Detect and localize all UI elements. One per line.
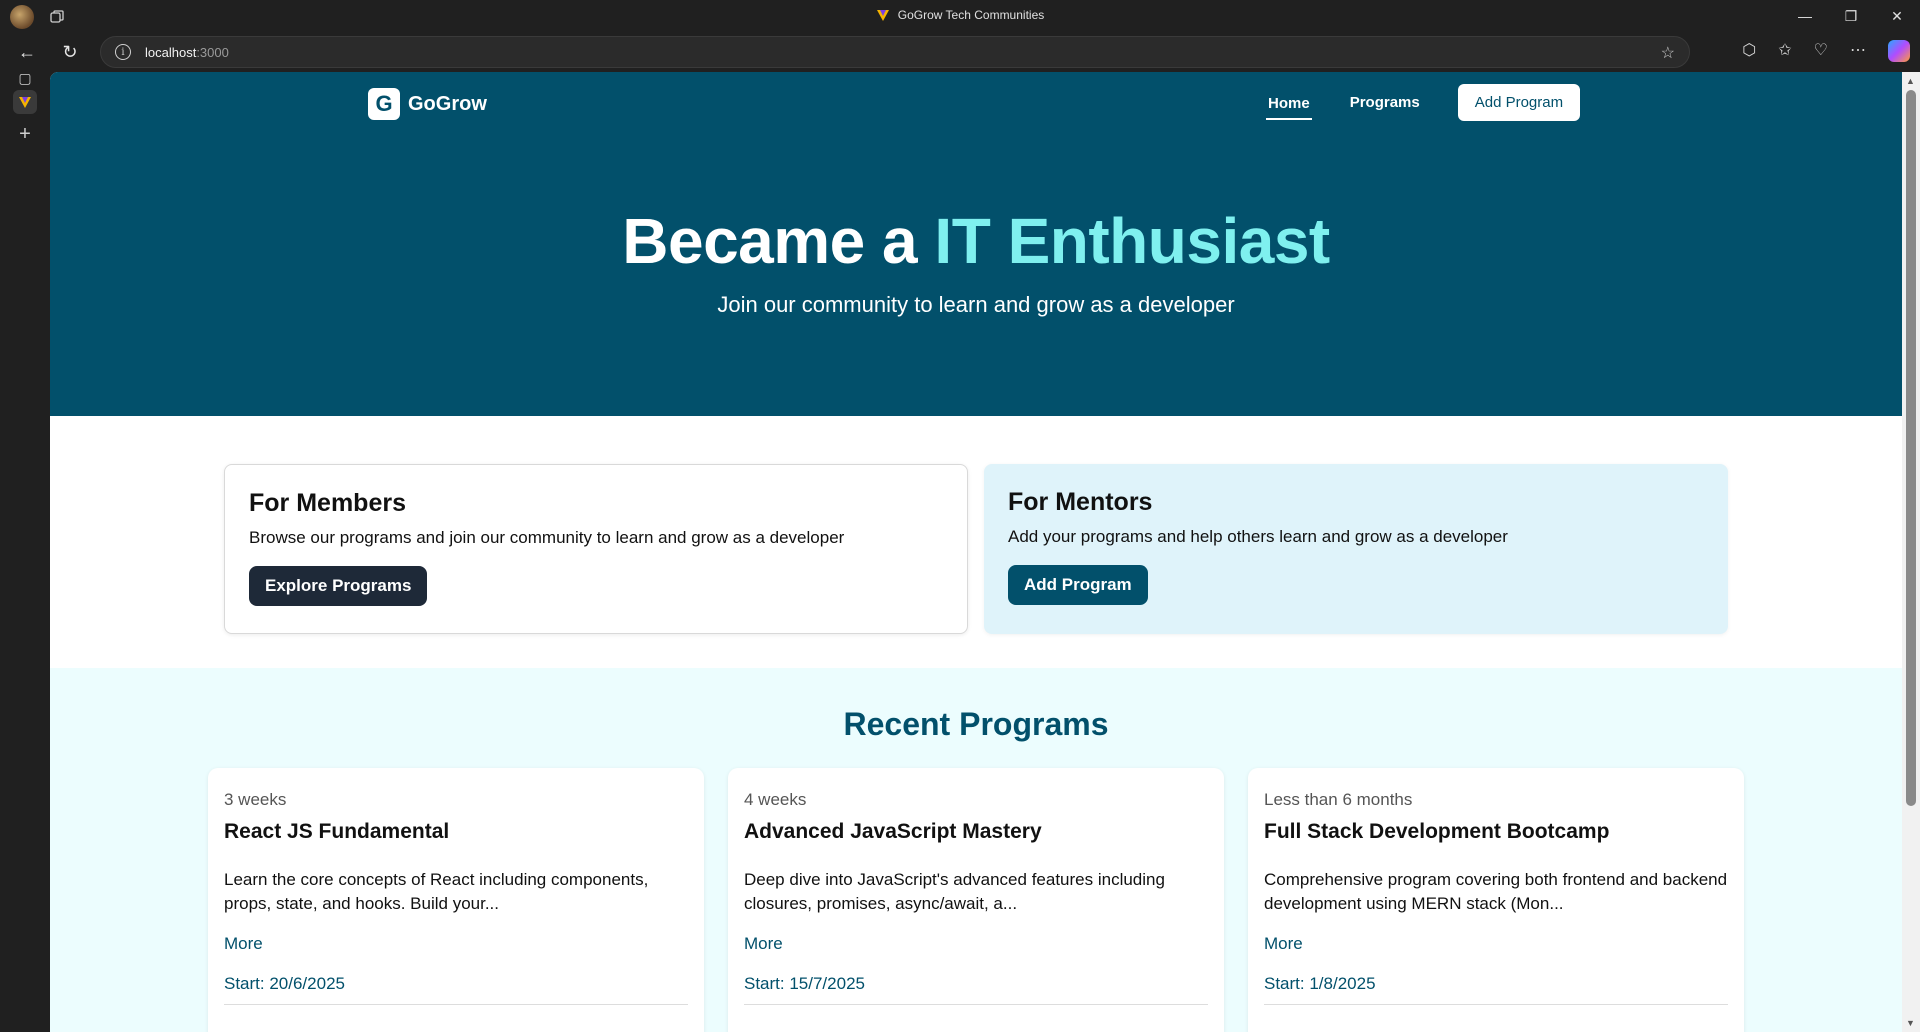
program-duration: Less than 6 months <box>1264 790 1413 809</box>
program-card[interactable]: 3 weeks React JS Fundamental Learn the c… <box>208 768 704 1032</box>
members-card-text: Browse our programs and join our communi… <box>249 528 845 547</box>
members-card-title: For Members <box>249 489 406 517</box>
recent-programs-heading: Recent Programs <box>843 706 1109 742</box>
program-description: Comprehensive program covering both fron… <box>1264 870 1728 913</box>
main-nav: Home Programs Add Program <box>1266 84 1581 121</box>
program-more-link[interactable]: More <box>224 934 263 954</box>
site-logo[interactable]: G GoGrow <box>368 88 487 120</box>
new-tab-plus-icon[interactable]: + <box>13 122 37 146</box>
close-button[interactable]: ✕ <box>1874 0 1920 32</box>
program-card[interactable]: 4 weeks Advanced JavaScript Mastery Deep… <box>728 768 1224 1032</box>
favorite-star-icon[interactable]: ☆ <box>1661 43 1675 63</box>
logo-g-icon: G <box>368 88 400 120</box>
browser-titlebar: GoGrow Tech Communities — ❐ ✕ <box>0 0 1920 32</box>
program-start-date: Start: 1/8/2025 <box>1264 974 1728 1005</box>
mentors-card: For Mentors Add your programs and help o… <box>984 464 1728 634</box>
tab-title: GoGrow Tech Communities <box>0 8 1920 22</box>
program-more-link[interactable]: More <box>1264 934 1303 954</box>
program-description: Deep dive into JavaScript's advanced fea… <box>744 870 1165 913</box>
site-favicon <box>876 10 889 21</box>
page-scrollbar[interactable]: ▲ ▼ <box>1902 72 1920 1032</box>
more-menu-icon[interactable]: ⋯ <box>1850 40 1866 62</box>
program-duration: 3 weeks <box>224 790 287 809</box>
hero-title-prefix: Became a <box>622 205 918 277</box>
address-bar-row: ← ↻ i localhost:3000 ☆ ⬡ ✩ ♡ ⋯ <box>0 32 1920 72</box>
mentors-card-text: Add your programs and help others learn … <box>1008 527 1508 546</box>
page-viewport: G GoGrow Home Programs Add Program Becam… <box>50 72 1902 1032</box>
mentors-card-title: For Mentors <box>1008 488 1153 516</box>
nav-home-link[interactable]: Home <box>1266 85 1312 120</box>
address-bar[interactable]: i localhost:3000 ☆ <box>100 36 1690 68</box>
program-start-date: Start: 20/6/2025 <box>224 974 688 1005</box>
members-card: For Members Browse our programs and join… <box>224 464 968 634</box>
add-program-button[interactable]: Add Program <box>1008 565 1148 605</box>
nav-add-program-button[interactable]: Add Program <box>1457 84 1581 121</box>
favorites-icon[interactable]: ✩ <box>1778 40 1791 62</box>
scroll-up-arrow-icon[interactable]: ▲ <box>1906 76 1915 86</box>
tab-actions-icon[interactable]: ▢ <box>13 66 37 90</box>
copilot-icon[interactable] <box>1888 40 1910 62</box>
program-title: Advanced JavaScript Mastery <box>744 820 1042 843</box>
nav-programs-link[interactable]: Programs <box>1348 84 1422 121</box>
back-arrow-icon[interactable]: ← <box>15 40 39 64</box>
program-duration: 4 weeks <box>744 790 807 809</box>
program-title: Full Stack Development Bootcamp <box>1264 820 1610 843</box>
program-start-date: Start: 15/7/2025 <box>744 974 1208 1005</box>
logo-text: GoGrow <box>408 92 487 115</box>
extensions-icon[interactable]: ⬡ <box>1742 40 1756 62</box>
restore-button[interactable]: ❐ <box>1828 0 1874 32</box>
hero-title-accent: IT Enthusiast <box>934 205 1330 277</box>
hero-subtitle: Join our community to learn and grow as … <box>717 292 1235 317</box>
program-card[interactable]: Less than 6 months Full Stack Developmen… <box>1248 768 1744 1032</box>
refresh-icon[interactable]: ↻ <box>58 40 82 64</box>
active-tab-favicon[interactable] <box>13 90 37 114</box>
program-description: Learn the core concepts of React includi… <box>224 870 649 913</box>
recent-programs-section: Recent Programs 3 weeks React JS Fundame… <box>50 668 1902 1032</box>
minimize-button[interactable]: — <box>1782 0 1828 32</box>
scroll-down-arrow-icon[interactable]: ▼ <box>1906 1018 1915 1028</box>
hero-section: G GoGrow Home Programs Add Program Becam… <box>50 72 1902 416</box>
program-title: React JS Fundamental <box>224 820 450 843</box>
site-info-icon[interactable]: i <box>115 44 131 60</box>
browser-essentials-icon[interactable]: ♡ <box>1814 40 1828 62</box>
explore-programs-button[interactable]: Explore Programs <box>249 566 428 606</box>
tab-title-text: GoGrow Tech Communities <box>897 8 1045 22</box>
scrollbar-thumb[interactable] <box>1906 90 1916 806</box>
hero-title: Became a IT Enthusiast <box>50 204 1902 278</box>
vertical-tab-rail: ▢ + <box>0 70 50 1032</box>
program-more-link[interactable]: More <box>744 934 783 954</box>
url-text[interactable]: localhost:3000 <box>145 45 229 60</box>
